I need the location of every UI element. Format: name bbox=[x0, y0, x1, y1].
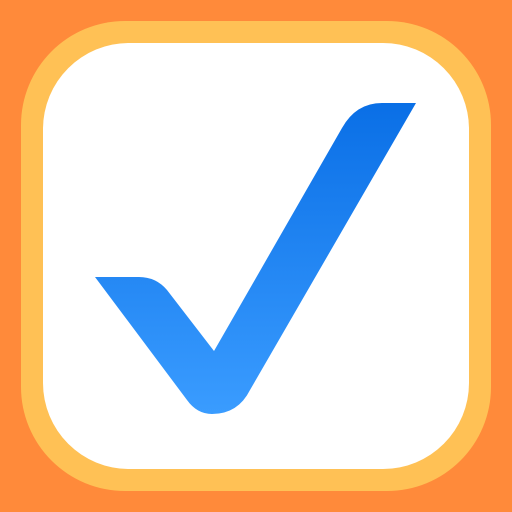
checkmark-shape bbox=[95, 103, 416, 414]
checkmark-icon bbox=[95, 103, 416, 414]
app-icon bbox=[0, 0, 512, 512]
